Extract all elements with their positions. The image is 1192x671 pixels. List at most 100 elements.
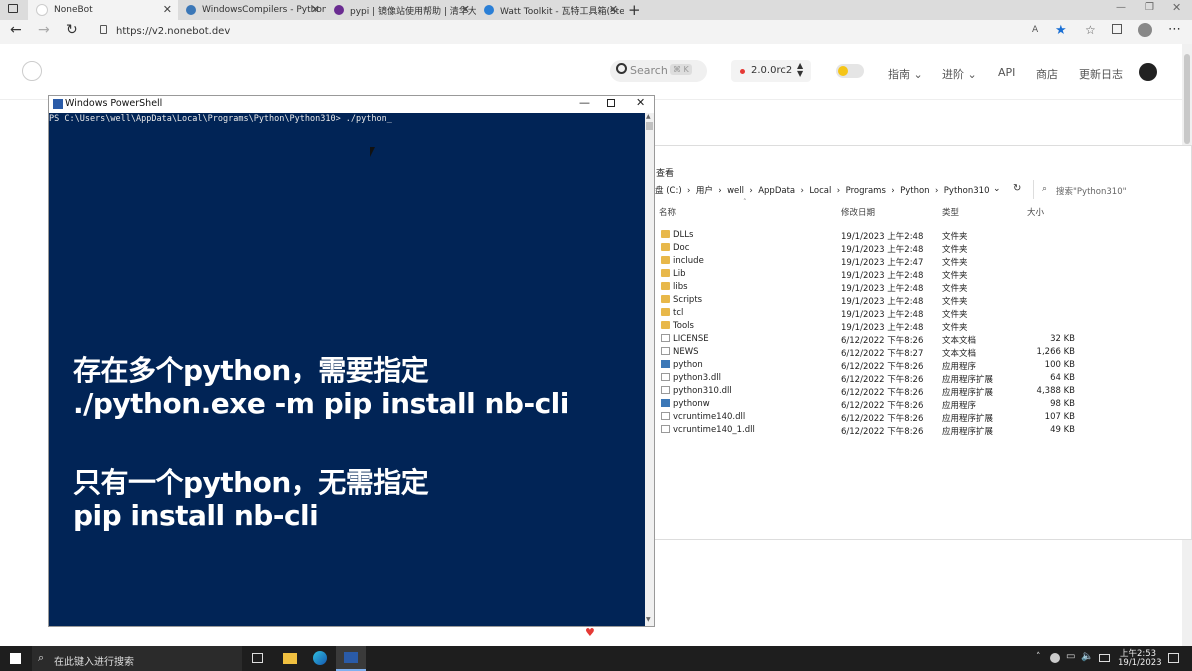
file-row[interactable]: libs 19/1/2023 上午2:48 文件夹 [641,281,1192,294]
file-row[interactable]: Lib 19/1/2023 上午2:48 文件夹 [641,268,1192,281]
powershell-titlebar[interactable]: Windows PowerShell — ✕ [49,96,654,113]
close-tab-icon[interactable]: ✕ [163,3,172,16]
file-size: 98 KB [1050,399,1075,409]
file-explorer-taskbar-icon[interactable] [283,653,297,664]
file-date: 6/12/2022 下午8:26 [841,375,924,385]
minimize-icon[interactable]: — [1116,2,1126,13]
favorites-icon[interactable]: ☆ [1085,23,1096,37]
back-icon[interactable]: ← [10,22,22,38]
tab-title: WindowsCompilers - Python Wi [202,5,326,15]
file-row[interactable]: Doc 19/1/2023 上午2:48 文件夹 [641,242,1192,255]
ps-close-icon[interactable]: ✕ [636,96,645,109]
file-name: NEWS [673,347,699,357]
nav-changelog[interactable]: 更新日志 [1079,66,1123,82]
close-tab-icon[interactable]: ✕ [609,3,618,16]
site-search-button[interactable]: Search ⌘ K [610,60,707,82]
explorer-refresh-icon[interactable]: ↻ [1013,183,1021,194]
explorer-search-input[interactable]: ⌕ 搜索"Python310" [1033,180,1192,199]
tray-steam-icon[interactable] [1050,653,1060,663]
ps-maximize-icon[interactable] [607,99,615,107]
scroll-up-icon[interactable]: ▲ [646,113,651,120]
file-row[interactable]: include 19/1/2023 上午2:47 文件夹 [641,255,1192,268]
theme-toggle[interactable] [836,64,864,78]
tab-pypi-mirror[interactable]: pypi | 镜像站使用帮助 | 清华大学 ✕ [326,0,476,20]
overlay-heading-multiple: 存在多个python，需要指定 [73,354,429,387]
refresh-icon[interactable]: ↻ [66,22,78,38]
powershell-taskbar-icon[interactable] [336,646,366,671]
nav-guide[interactable]: 指南 ⌄ [888,66,923,82]
file-row[interactable]: Scripts 19/1/2023 上午2:48 文件夹 [641,294,1192,307]
file-row[interactable]: tcl 19/1/2023 上午2:48 文件夹 [641,307,1192,320]
file-row[interactable]: vcruntime140_1.dll 6/12/2022 下午8:26 应用程序扩展… [641,424,1192,437]
powershell-console[interactable]: PS C:\Users\well\AppData\Local\Programs\… [49,113,645,626]
ps-minimize-icon[interactable]: — [579,96,590,109]
breadcrumb-dropdown-icon[interactable]: ⌄ [993,184,1001,194]
column-name-header[interactable]: 名称 [659,206,676,218]
close-tab-icon[interactable]: ✕ [461,3,470,16]
file-row[interactable]: python3.dll 6/12/2022 下午8:26 应用程序扩展 64 KB [641,372,1192,385]
file-type: 应用程序扩展 [942,388,994,398]
file-row[interactable]: pythonw 6/12/2022 下午8:26 应用程序 98 KB [641,398,1192,411]
file-name: LICENSE [673,334,709,344]
tab-nonebot[interactable]: NoneBot ✕ [28,0,178,20]
taskbar-search-box[interactable]: ⌕ 在此键入进行搜索 [32,646,242,671]
file-row[interactable]: python 6/12/2022 下午8:26 应用程序 100 KB [641,359,1192,372]
close-tab-icon[interactable]: ✕ [311,3,320,16]
volume-icon[interactable]: 🔈 [1081,651,1093,662]
keyboard-icon[interactable] [1099,654,1110,662]
tab-actions-icon[interactable] [8,4,18,13]
close-window-icon[interactable]: ✕ [1172,1,1181,14]
favorite-star-icon[interactable]: ★ [1055,23,1067,38]
new-tab-button[interactable]: + [628,1,641,19]
column-size-header[interactable]: 大小 [1027,206,1044,218]
tray-chevron-icon[interactable]: ˄ [1036,652,1041,662]
tab-windowscompilers[interactable]: WindowsCompilers - Python Wi ✕ [178,0,326,20]
url-field[interactable]: https://v2.nonebot.dev [116,26,230,37]
file-type: 文件夹 [942,245,968,255]
github-icon[interactable] [1139,63,1157,81]
nav-api[interactable]: API [998,66,1015,79]
nav-advanced[interactable]: 进阶 ⌄ [942,66,977,82]
read-aloud-icon[interactable]: A [1032,25,1038,35]
file-type: 文件夹 [942,258,968,268]
file-date: 19/1/2023 上午2:48 [841,245,924,255]
explorer-breadcrumb[interactable]: 盘 (C:) › 用户 › well › AppData › Local › P… [655,184,1025,198]
collections-icon[interactable] [1112,24,1122,34]
explorer-view-menu[interactable]: 查看 [656,166,674,179]
task-view-icon[interactable] [252,653,263,663]
powershell-scrollbar[interactable]: ▲ ▼ [645,113,654,626]
file-row[interactable]: vcruntime140.dll 6/12/2022 下午8:26 应用程序扩展 10… [641,411,1192,424]
windows-start-icon[interactable] [10,653,21,664]
tab-watt-toolkit[interactable]: Watt Toolkit - 瓦特工具箱(Steam ✕ [476,0,624,20]
favicon-icon [36,4,48,16]
file-explorer-window: 查看 盘 (C:) › 用户 › well › AppData › Local … [640,145,1192,540]
file-row[interactable]: Tools 19/1/2023 上午2:48 文件夹 [641,320,1192,333]
file-size: 1,266 KB [1036,347,1075,357]
file-date: 19/1/2023 上午2:48 [841,323,924,333]
file-row[interactable]: LICENSE 6/12/2022 下午8:26 文本文档 32 KB [641,333,1192,346]
folder-icon [661,256,670,264]
file-date: 6/12/2022 下午8:26 [841,362,924,372]
edge-taskbar-icon[interactable] [313,651,327,665]
file-row[interactable]: python310.dll 6/12/2022 下午8:26 应用程序扩展 4,388… [641,385,1192,398]
site-logo-icon[interactable] [22,61,42,81]
scroll-thumb[interactable] [646,122,653,130]
more-menu-icon[interactable]: ⋯ [1168,22,1181,37]
profile-avatar-icon[interactable] [1138,23,1152,37]
file-name: include [673,256,704,266]
scroll-down-icon[interactable]: ▼ [646,616,651,623]
nav-store[interactable]: 商店 [1036,66,1058,82]
column-type-header[interactable]: 类型 [942,206,959,218]
file-type: 文件夹 [942,323,968,333]
forward-icon[interactable]: → [38,22,50,38]
clock-date[interactable]: 19/1/2023 [1118,658,1162,668]
file-row[interactable]: DLLs 19/1/2023 上午2:48 文件夹 [641,229,1192,242]
network-icon[interactable]: ▭ [1066,651,1075,662]
version-selector[interactable]: 2.0.0rc2 ▲ ▼ [731,60,811,82]
notification-icon[interactable] [1168,653,1179,663]
column-date-header[interactable]: 修改日期 [841,206,875,218]
file-type: 文件夹 [942,310,968,320]
restore-icon[interactable]: ❐ [1145,2,1154,13]
file-row[interactable]: NEWS 6/12/2022 下午8:27 文本文档 1,266 KB [641,346,1192,359]
red-heart-icon: ♥ [585,626,595,639]
